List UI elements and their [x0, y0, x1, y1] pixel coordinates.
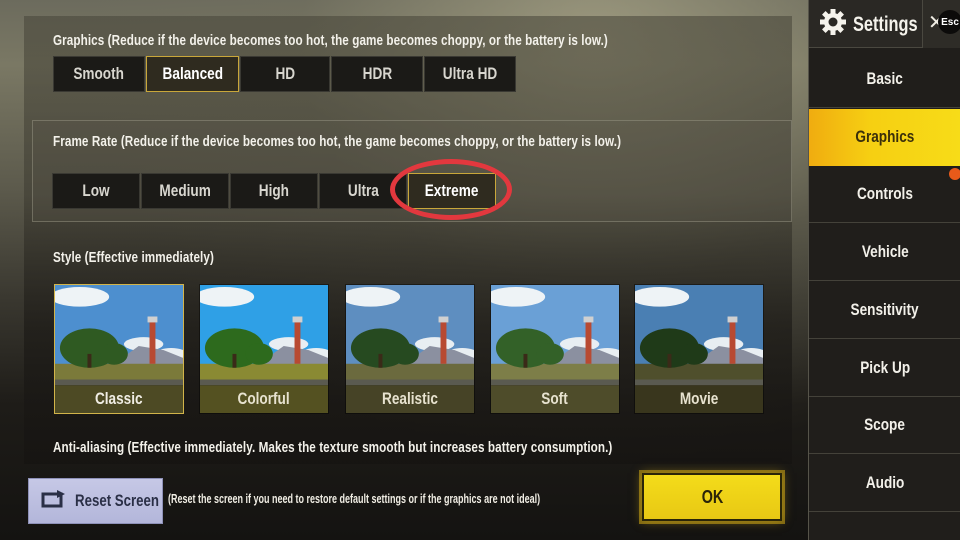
option-label: HD	[275, 64, 295, 83]
frame-rate-label-text: Frame Rate (Reduce if the device becomes…	[53, 133, 622, 150]
style-option-realistic[interactable]: Realistic	[345, 284, 475, 414]
option-label: Medium	[159, 181, 211, 200]
sidebar-item-vehicle[interactable]: Vehicle	[809, 224, 960, 282]
sidebar-item-scope[interactable]: Scope	[809, 397, 960, 455]
reset-screen-button[interactable]: Reset Screen	[28, 478, 163, 524]
gear-icon	[819, 8, 847, 41]
close-esc-button[interactable]: ✕ Esc	[922, 0, 960, 48]
style-option-movie[interactable]: Movie	[634, 284, 764, 414]
settings-header: Settings ✕ Esc	[809, 0, 960, 48]
anti-aliasing-section-label: Anti-aliasing (Effective immediately. Ma…	[53, 439, 770, 456]
style-option-label: Realistic	[346, 385, 474, 413]
style-option-label: Soft	[491, 385, 619, 413]
sidebar-item-label: Sensitivity	[850, 299, 920, 319]
style-label-text: Colorful	[237, 389, 291, 408]
graphics-option-hd[interactable]: HD	[240, 56, 330, 92]
style-option-label: Classic	[55, 385, 183, 413]
frame-rate-option-low[interactable]: Low	[52, 173, 140, 209]
sidebar-item-label: Scope	[864, 415, 906, 435]
option-label: Low	[82, 181, 110, 200]
frame-rate-section-label: Frame Rate (Reduce if the device becomes…	[53, 133, 781, 150]
settings-title-text: Settings	[853, 12, 918, 36]
sidebar-item-audio[interactable]: Audio	[809, 455, 960, 512]
frame-rate-option-extreme[interactable]: Extreme	[408, 173, 496, 209]
reset-note: (Reset the screen if you need to restore…	[168, 492, 685, 506]
style-label-text: Realistic	[382, 389, 438, 408]
sidebar-item-basic[interactable]: Basic	[809, 51, 960, 108]
reset-icon	[41, 489, 67, 514]
style-option-label: Colorful	[200, 385, 328, 413]
graphics-label-text: Graphics (Reduce if the device becomes t…	[53, 32, 608, 49]
option-label: Balanced	[162, 64, 223, 83]
sidebar-item-pick-up[interactable]: Pick Up	[809, 340, 960, 397]
option-label: High	[258, 181, 290, 200]
style-label-text: Style (Effective immediately)	[53, 249, 214, 266]
notification-dot	[949, 168, 960, 180]
style-option-soft[interactable]: Soft	[490, 284, 620, 414]
frame-rate-selector: Low Medium High Ultra Extreme	[52, 173, 497, 209]
style-label-text: Soft	[541, 389, 569, 408]
frame-rate-option-ultra[interactable]: Ultra	[319, 173, 407, 209]
sidebar-item-label: Controls	[857, 184, 913, 204]
graphics-option-smooth[interactable]: Smooth	[53, 56, 145, 92]
sidebar-item-sensitivity[interactable]: Sensitivity	[809, 282, 960, 339]
reset-note-text: (Reset the screen if you need to restore…	[168, 492, 541, 506]
settings-sidebar: Settings ✕ Esc Basic Graphics Controls Vehi…	[808, 0, 960, 540]
style-label-text: Movie	[679, 389, 719, 408]
graphics-option-hdr[interactable]: HDR	[331, 56, 423, 92]
graphics-section-label: Graphics (Reduce if the device becomes t…	[53, 32, 764, 49]
sidebar-item-label: Audio	[865, 472, 905, 492]
frame-rate-option-high[interactable]: High	[230, 173, 318, 209]
option-label: Smooth	[73, 64, 125, 83]
style-option-classic[interactable]: Classic	[54, 284, 184, 414]
option-label: Ultra HD	[442, 64, 498, 83]
esc-label: Esc	[938, 10, 960, 34]
sidebar-item-label: Basic	[866, 69, 904, 88]
style-section-label: Style (Effective immediately)	[53, 249, 259, 266]
sidebar-item-label: Graphics	[855, 127, 915, 147]
ok-button[interactable]: OK	[642, 473, 782, 521]
sidebar-item-label: Vehicle	[861, 242, 909, 262]
option-label: Extreme	[425, 181, 479, 200]
graphics-option-balanced[interactable]: Balanced	[146, 56, 239, 92]
graphics-quality-selector: Smooth Balanced HD HDR Ultra HD	[53, 56, 517, 92]
frame-rate-option-medium[interactable]: Medium	[141, 173, 229, 209]
style-option-label: Movie	[635, 385, 763, 413]
style-option-colorful[interactable]: Colorful	[199, 284, 329, 414]
settings-title: Settings	[819, 8, 936, 41]
option-label: Ultra	[347, 181, 379, 200]
option-label: HDR	[362, 64, 392, 83]
ok-label: OK	[701, 486, 723, 507]
graphics-option-ultra-hd[interactable]: Ultra HD	[424, 56, 516, 92]
reset-screen-label: Reset Screen	[75, 491, 160, 510]
anti-aliasing-label-text: Anti-aliasing (Effective immediately. Ma…	[53, 439, 613, 456]
sidebar-item-label: Pick Up	[860, 357, 910, 377]
style-label-text: Classic	[95, 389, 143, 408]
sidebar-item-controls[interactable]: Controls	[809, 166, 960, 224]
sidebar-item-graphics[interactable]: Graphics	[809, 108, 960, 166]
